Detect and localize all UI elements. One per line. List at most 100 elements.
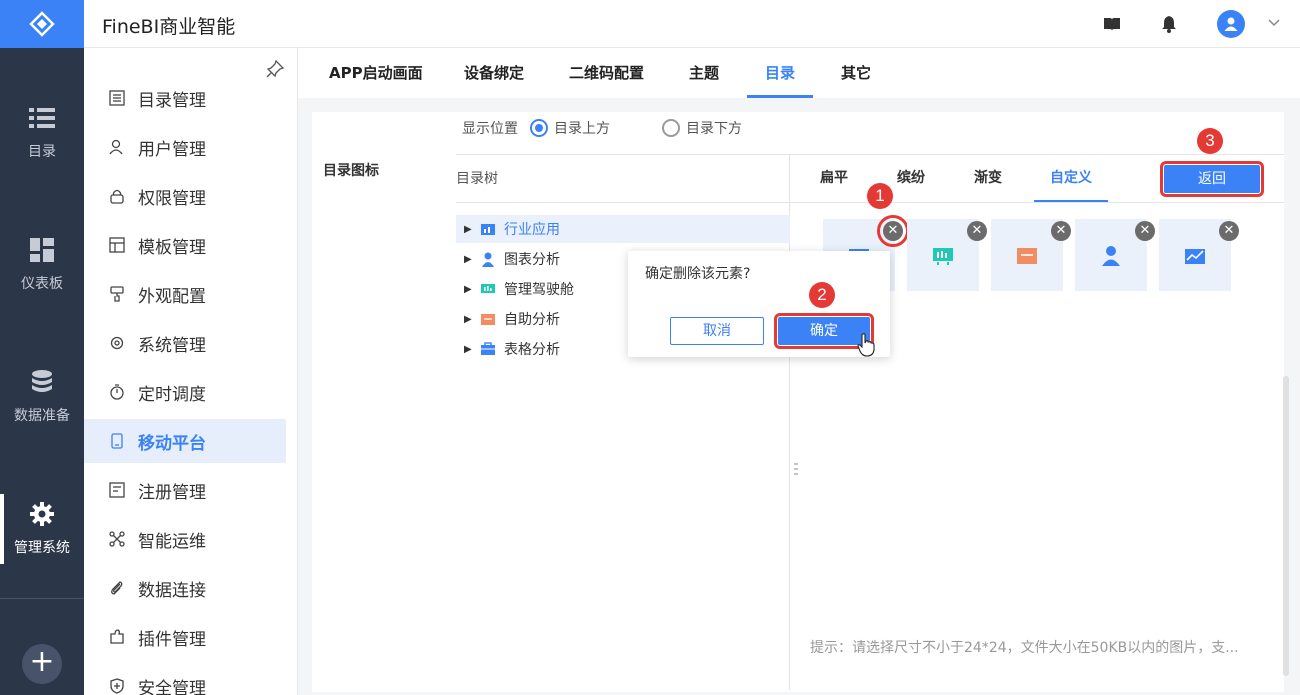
radio-above[interactable] (530, 119, 548, 137)
sidebar-item-ops[interactable]: 智能运维 (84, 517, 286, 561)
sidebar-item-data-connection[interactable]: 数据连接 (84, 566, 286, 610)
chart-icon (1185, 249, 1205, 264)
sidebar-item-label: 用户管理 (138, 139, 206, 160)
sidebar-item-templates[interactable]: 模板管理 (84, 223, 286, 267)
sidebar-item-system[interactable]: 系统管理 (84, 321, 286, 365)
avatar[interactable] (1217, 10, 1245, 38)
delete-icon[interactable]: ✕ (967, 221, 987, 241)
sidebar-item-plugins[interactable]: 插件管理 (84, 615, 286, 659)
rail-item-data-prep[interactable]: 数据准备 (0, 362, 84, 432)
tree-header: 目录树 (456, 155, 790, 203)
delete-icon[interactable]: ✕ (1219, 221, 1239, 241)
sidebar-item-mobile[interactable]: 移动平台 (84, 419, 286, 463)
person-icon (1102, 246, 1120, 266)
user-avatar-icon (1224, 17, 1238, 31)
sidebar-item-label: 安全管理 (138, 678, 206, 695)
mobile-icon (108, 432, 126, 450)
database-icon (29, 369, 55, 395)
step-marker: 1 (867, 183, 893, 209)
icon-tile[interactable]: ✕ (1159, 219, 1239, 291)
tree-node-label: 管理驾驶舱 (504, 282, 574, 298)
user-icon (108, 138, 126, 156)
sidebar-item-register[interactable]: 注册管理 (84, 468, 286, 512)
tab-catalog[interactable]: 目录 (746, 48, 814, 98)
rail-item-admin[interactable]: 管理系统 (0, 494, 84, 564)
link-icon (108, 579, 126, 597)
radio-below-label[interactable]: 目录下方 (686, 118, 742, 138)
scrollbar[interactable] (1283, 376, 1289, 676)
delete-icon[interactable]: ✕ (1135, 221, 1155, 241)
rail-item-catalog[interactable]: 目录 (0, 98, 84, 168)
tab-custom[interactable]: 自定义 (1034, 155, 1108, 202)
catalog-tree: 目录树 ▶ 行业应用 ▶ 图表分析 ▶ 管理驾驶舱 ▶ 自助分析 ▶ 表格分析 (456, 154, 790, 690)
bell-icon[interactable] (1159, 14, 1179, 34)
side-menu: 目录管理 用户管理 权限管理 模板管理 外观配置 系统管理 定时调度 移动平台 … (84, 48, 306, 695)
person-icon (482, 252, 494, 267)
hand-cursor-icon (857, 333, 875, 357)
delete-icon[interactable]: ✕ (877, 215, 909, 247)
rail-item-dashboard[interactable]: 仪表板 (0, 230, 84, 300)
caret-right-icon[interactable]: ▶ (464, 254, 480, 265)
tab-colorful[interactable]: 缤纷 (897, 155, 925, 201)
sidebar-item-label: 插件管理 (138, 629, 206, 650)
brush-icon (108, 285, 126, 303)
sidebar-item-label: 智能运维 (138, 531, 206, 552)
tab-flat[interactable]: 扁平 (820, 155, 848, 201)
caret-right-icon[interactable]: ▶ (464, 224, 480, 235)
tree-node-label: 行业应用 (504, 222, 560, 238)
timer-icon (108, 383, 126, 401)
directory-icon (108, 89, 126, 107)
sidebar-item-security[interactable]: 安全管理 (84, 664, 286, 695)
briefcase-icon (481, 342, 495, 355)
tab-bar: APP启动画面 设备绑定 二维码配置 主题 目录 其它 (298, 48, 1300, 98)
sidebar-item-schedule[interactable]: 定时调度 (84, 370, 286, 414)
industry-icon (481, 224, 495, 235)
tab-gradient[interactable]: 渐变 (974, 155, 1002, 201)
tab-other[interactable]: 其它 (841, 48, 871, 98)
caret-right-icon[interactable]: ▶ (464, 314, 480, 325)
icon-tile[interactable]: ✕ (991, 219, 1071, 291)
sidebar-item-label: 注册管理 (138, 482, 206, 503)
catalog-settings-panel: 显示位置 目录上方 目录下方 目录图标 目录树 ▶ 行业应用 ▶ 图表分析 ▶ … (312, 112, 1284, 692)
rail-label: 仪表板 (21, 276, 63, 292)
tree-node[interactable]: ▶ 行业应用 (456, 215, 790, 243)
rail-label: 数据准备 (14, 408, 70, 424)
app-title: FineBI商业智能 (102, 16, 236, 38)
icon-tile[interactable]: ✕ (1075, 219, 1155, 291)
tab-theme[interactable]: 主题 (689, 48, 719, 98)
logo-icon (29, 11, 55, 37)
logo[interactable] (0, 0, 84, 48)
display-position-row: 显示位置 目录上方 目录下方 (462, 118, 742, 138)
add-button[interactable]: + (22, 644, 62, 684)
caret-right-icon[interactable]: ▶ (464, 284, 480, 295)
sidebar-item-directory[interactable]: 目录管理 (84, 76, 286, 120)
template-icon (108, 236, 126, 254)
sidebar-item-label: 数据连接 (138, 580, 206, 601)
sidebar-item-label: 模板管理 (138, 237, 206, 258)
chevron-down-icon[interactable] (1267, 16, 1281, 30)
cockpit-icon (933, 248, 953, 265)
tab-qrcode[interactable]: 二维码配置 (569, 48, 644, 98)
caret-right-icon[interactable]: ▶ (464, 344, 480, 355)
tab-device-binding[interactable]: 设备绑定 (464, 48, 524, 98)
shield-icon (108, 677, 126, 695)
cancel-button[interactable]: 取消 (670, 317, 764, 345)
book-icon[interactable] (1102, 14, 1122, 34)
step-marker: 3 (1197, 128, 1223, 154)
sidebar-item-appearance[interactable]: 外观配置 (84, 272, 286, 316)
icon-tile[interactable]: ✕ (907, 219, 987, 291)
radio-above-label[interactable]: 目录上方 (554, 118, 610, 138)
sidebar-item-users[interactable]: 用户管理 (84, 125, 286, 169)
delete-icon[interactable]: ✕ (1051, 221, 1071, 241)
sidebar-item-label: 移动平台 (138, 433, 206, 454)
tree-node-label: 自助分析 (504, 312, 560, 328)
tab-app-splash[interactable]: APP启动画面 (329, 48, 423, 98)
list-icon (29, 105, 55, 131)
sidebar-item-permissions[interactable]: 权限管理 (84, 174, 286, 218)
left-rail: 目录 仪表板 数据准备 管理系统 + (0, 0, 84, 695)
back-button[interactable]: 返回 (1160, 161, 1264, 197)
rail-label: 目录 (28, 144, 56, 160)
radio-below[interactable] (662, 119, 680, 137)
tree-node-label: 表格分析 (504, 342, 560, 358)
folder-icon (1017, 248, 1037, 264)
